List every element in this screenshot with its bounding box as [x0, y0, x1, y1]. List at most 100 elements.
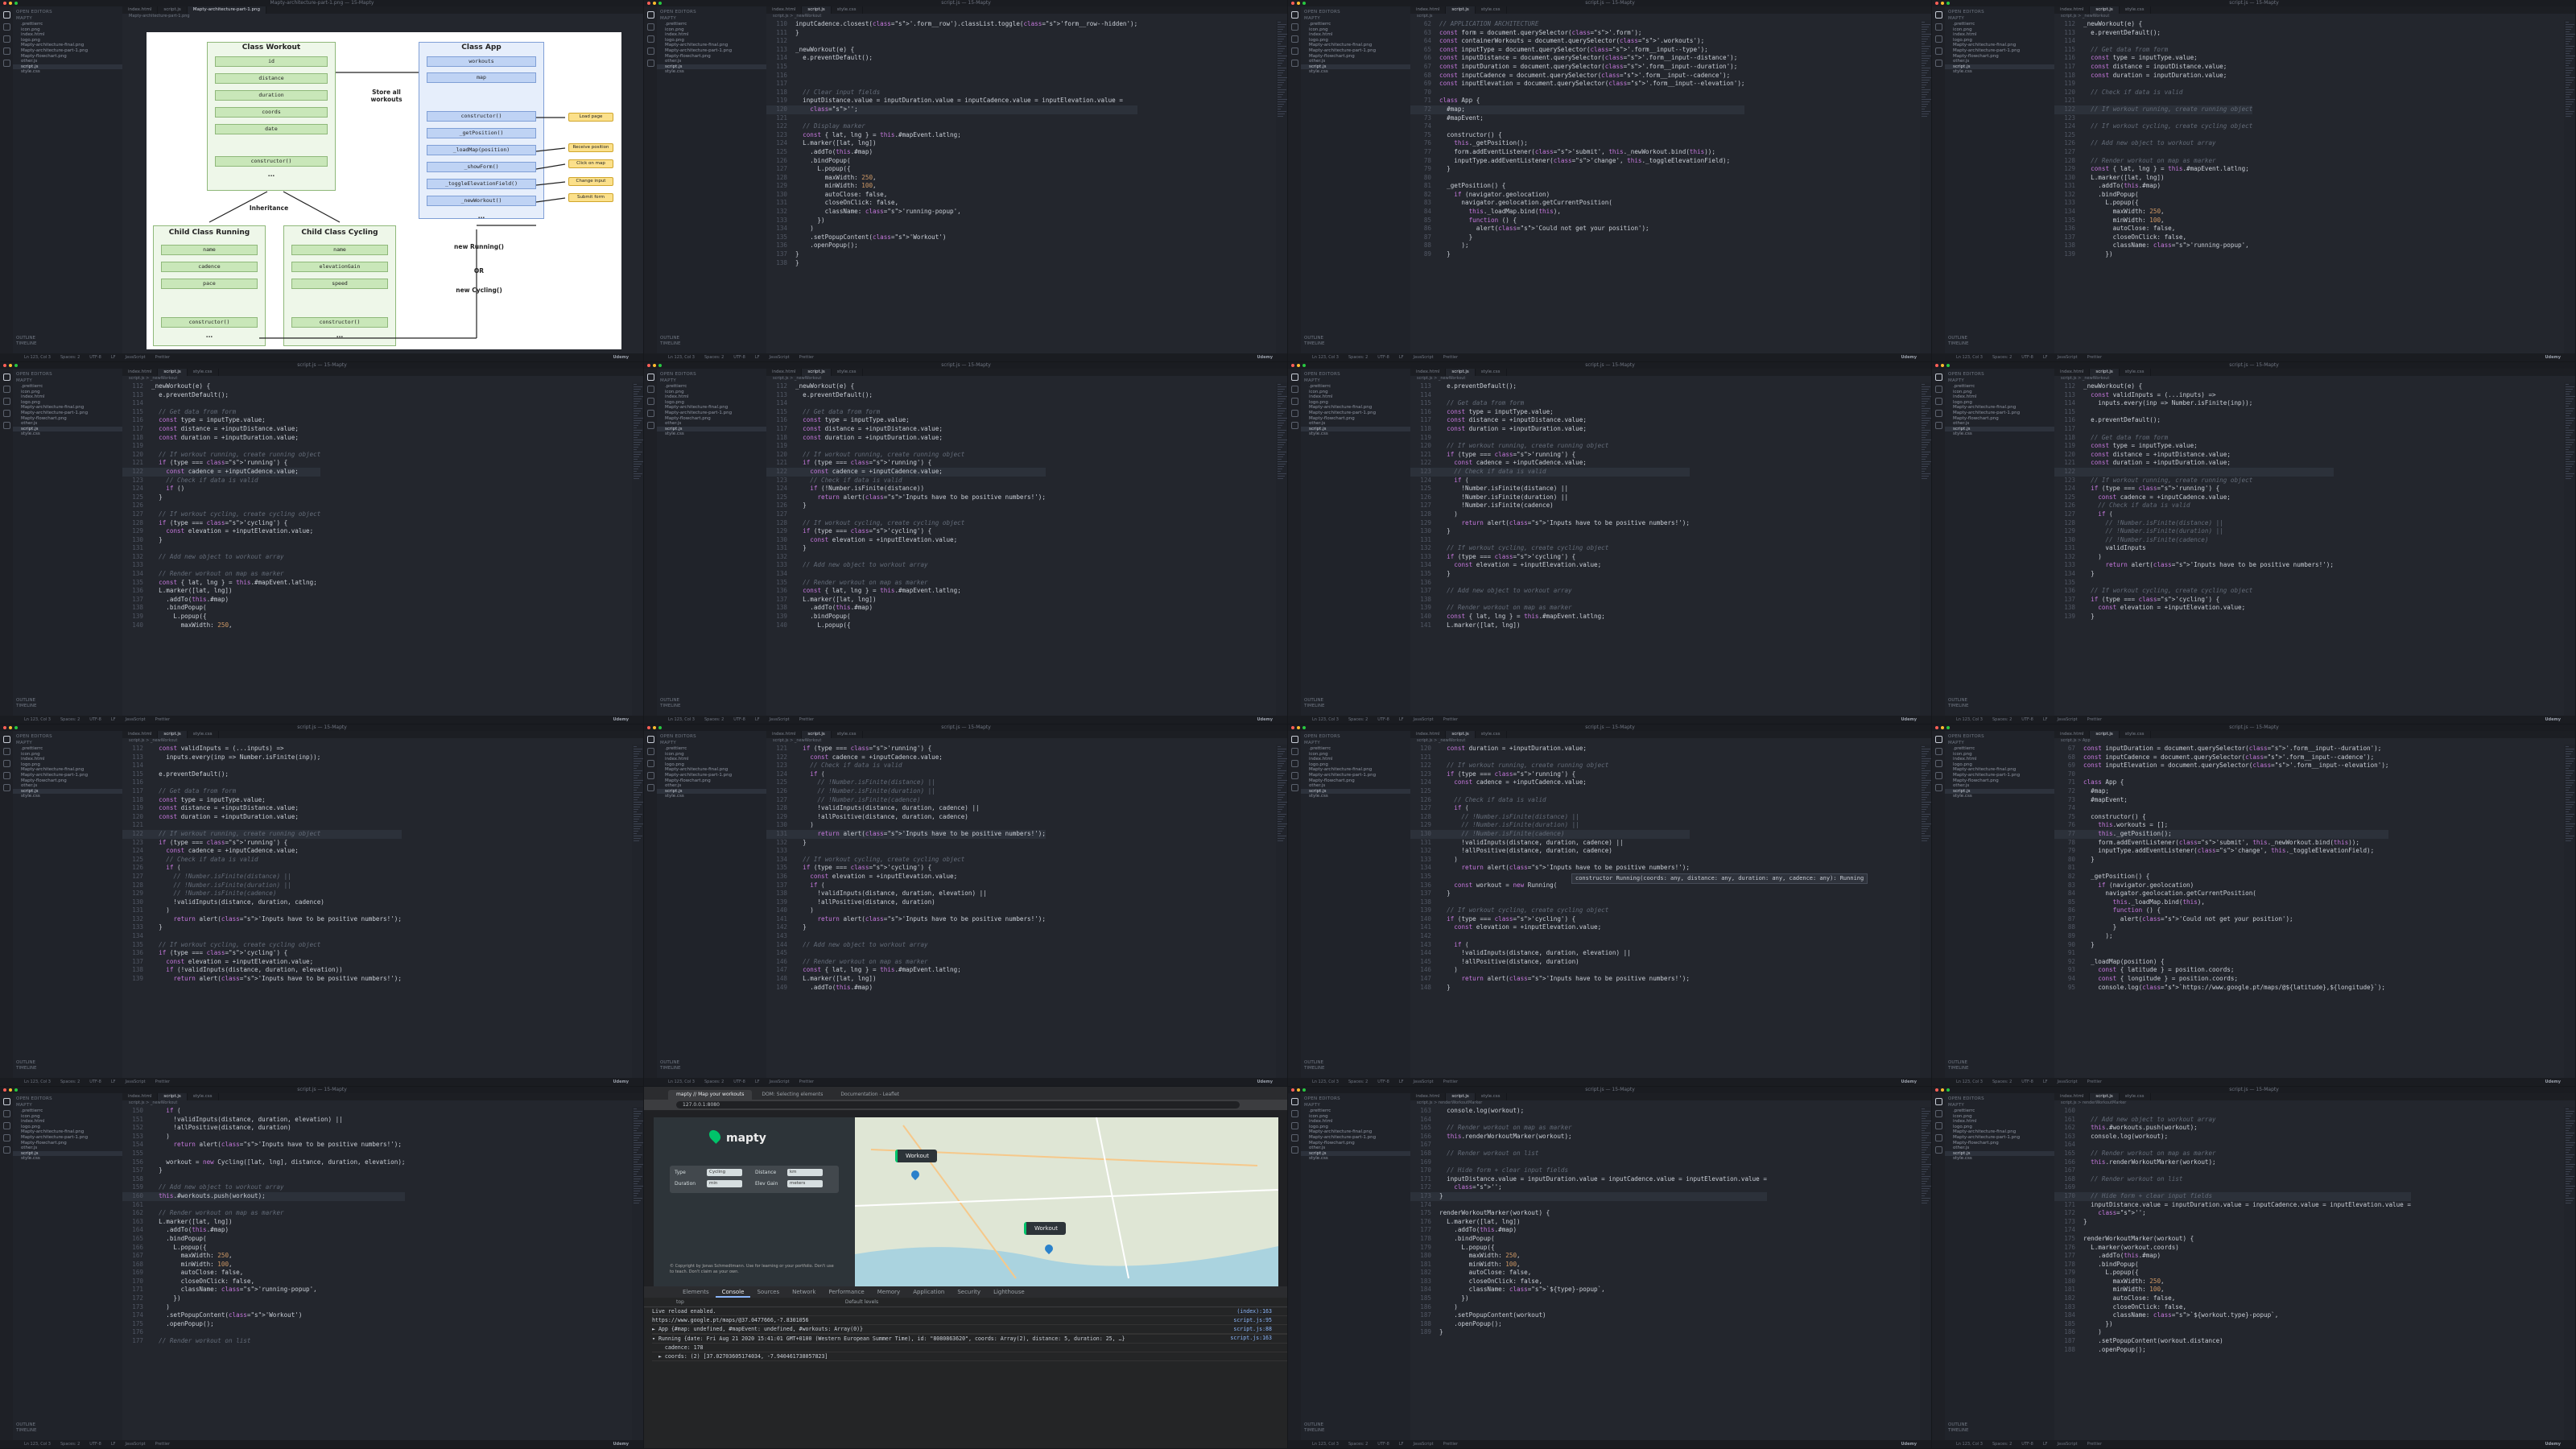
file-item[interactable]: logo.png [13, 38, 122, 43]
close-window-button[interactable] [3, 364, 6, 367]
code-editor[interactable]: 112 _newWorkout(e) {113 e.preventDefault(… [122, 382, 632, 716]
debug-icon[interactable] [2, 772, 10, 779]
code-editor[interactable]: 110 inputCadence.closest(class="s">'.form… [766, 20, 1276, 353]
status-item[interactable]: UTF-8 [2021, 717, 2033, 722]
outline-label[interactable]: OUTLINE [1948, 1060, 1968, 1066]
extensions-icon[interactable] [2, 422, 10, 429]
status-item[interactable]: Prettier [2087, 1080, 2102, 1084]
extensions-icon[interactable] [1290, 784, 1298, 791]
minimize-window-button[interactable] [1941, 1088, 1944, 1092]
file-item[interactable]: Mapty-architecture-part-1.png [1945, 1135, 2054, 1141]
files-icon[interactable] [1290, 11, 1298, 19]
close-window-button[interactable] [1291, 2, 1294, 5]
tab-script-js[interactable]: script.js [802, 6, 832, 14]
tab-script-js[interactable]: script.js [158, 6, 188, 14]
status-item[interactable]: Prettier [799, 1080, 814, 1084]
status-item[interactable]: Prettier [1443, 717, 1458, 722]
status-item[interactable]: Ln 123, Col 3 [1956, 355, 1983, 360]
status-item[interactable]: UTF-8 [89, 1442, 101, 1447]
file-item[interactable]: icon.png [1301, 1114, 1410, 1120]
minimize-window-button[interactable] [653, 364, 656, 367]
status-item[interactable]: Spaces: 2 [1992, 717, 2012, 722]
file-item[interactable]: Mapty-flowchart.png [1945, 416, 2054, 422]
tab-script-js[interactable]: script.js [802, 731, 832, 738]
status-item[interactable]: JavaScript [126, 717, 146, 722]
maximize-window-button[interactable] [1946, 726, 1950, 729]
file-item[interactable]: icon.png [1945, 390, 2054, 395]
file-item[interactable]: Mapty-flowchart.png [1301, 416, 1410, 422]
file-item[interactable]: Mapty-flowchart.png [13, 778, 122, 784]
browser-tab[interactable]: Documentation - Leaflet [832, 1090, 907, 1100]
tab-index-html[interactable]: index.html [2054, 1093, 2091, 1100]
status-item[interactable]: Spaces: 2 [704, 355, 724, 360]
form-input[interactable]: Cycling [707, 1169, 742, 1176]
file-item[interactable]: style.css [13, 1156, 122, 1162]
file-item[interactable]: style.css [657, 794, 766, 799]
timeline-label[interactable]: TIMELINE [1304, 1066, 1324, 1071]
console-source-link[interactable]: script.js:163 [1230, 1334, 1272, 1342]
file-item[interactable]: Mapty-flowchart.png [1945, 1141, 2054, 1146]
files-icon[interactable] [646, 736, 654, 743]
file-item[interactable]: Mapty-flowchart.png [13, 416, 122, 422]
file-item[interactable]: Mapty-architecture-part-1.png [1945, 411, 2054, 416]
git-icon[interactable] [646, 35, 654, 43]
timeline-label[interactable]: TIMELINE [16, 1066, 36, 1071]
tab-index-html[interactable]: index.html [122, 731, 159, 738]
tab-style-css[interactable]: style.css [832, 731, 863, 738]
devtools-tab[interactable]: Performance [822, 1286, 870, 1298]
search-icon[interactable] [2, 1110, 10, 1117]
status-item[interactable]: JavaScript [770, 1080, 790, 1084]
maximize-window-button[interactable] [1302, 2, 1306, 5]
git-icon[interactable] [2, 35, 10, 43]
minimap[interactable] [1920, 745, 1931, 1078]
status-item[interactable]: UTF-8 [2021, 1442, 2033, 1447]
files-icon[interactable] [1290, 374, 1298, 381]
maximize-window-button[interactable] [658, 726, 662, 729]
file-item[interactable]: style.css [1301, 69, 1410, 75]
tab-style-css[interactable]: style.css [2120, 6, 2151, 14]
devtools-tab[interactable]: Elements [676, 1286, 716, 1298]
outline-label[interactable]: OUTLINE [16, 336, 36, 341]
timeline-label[interactable]: TIMELINE [1948, 1428, 1968, 1434]
file-item[interactable]: icon.png [13, 27, 122, 33]
file-item[interactable]: Mapty-flowchart.png [1945, 778, 2054, 784]
close-window-button[interactable] [1291, 1088, 1294, 1092]
file-item[interactable]: icon.png [1301, 390, 1410, 395]
status-item[interactable]: Spaces: 2 [1348, 1080, 1368, 1084]
file-item[interactable]: logo.png [13, 400, 122, 406]
status-item[interactable]: Spaces: 2 [704, 1080, 724, 1084]
minimize-window-button[interactable] [9, 1088, 12, 1092]
debug-icon[interactable] [646, 410, 654, 417]
close-window-button[interactable] [1935, 2, 1938, 5]
extensions-icon[interactable] [2, 60, 10, 67]
git-icon[interactable] [1934, 398, 1942, 405]
file-item[interactable]: icon.png [657, 27, 766, 33]
maximize-window-button[interactable] [14, 1088, 18, 1092]
minimize-window-button[interactable] [653, 2, 656, 5]
file-item[interactable]: index.html [657, 757, 766, 762]
file-item[interactable]: Mapty-flowchart.png [1301, 778, 1410, 784]
file-item[interactable]: logo.png [657, 400, 766, 406]
file-item[interactable]: other.js [1945, 1146, 2054, 1151]
file-item[interactable]: script.js [1945, 1150, 2054, 1157]
file-item[interactable]: index.html [657, 32, 766, 38]
tab-script-js[interactable]: script.js [1446, 369, 1476, 376]
debug-icon[interactable] [1934, 410, 1942, 417]
devtools-tab[interactable]: Memory [871, 1286, 906, 1298]
file-item[interactable]: script.js [1301, 64, 1410, 70]
file-item[interactable]: .prettierrc [13, 1108, 122, 1114]
git-icon[interactable] [1934, 760, 1942, 767]
code-editor[interactable]: 62// APPLICATION ARCHITECTURE 63 const for… [1410, 20, 1920, 353]
close-window-button[interactable] [3, 726, 6, 729]
file-item[interactable]: Mapty-architecture-part-1.png [657, 773, 766, 778]
timeline-label[interactable]: TIMELINE [1304, 1428, 1324, 1434]
maximize-window-button[interactable] [1302, 726, 1306, 729]
status-item[interactable]: UTF-8 [89, 717, 101, 722]
devtools-tab[interactable]: Security [951, 1286, 987, 1298]
status-item[interactable]: Ln 123, Col 3 [1312, 1080, 1339, 1084]
file-item[interactable]: Mapty-architecture-part-1.png [13, 411, 122, 416]
status-item[interactable]: JavaScript [1414, 717, 1434, 722]
form-input[interactable]: min [707, 1180, 742, 1187]
status-item[interactable]: Prettier [1443, 355, 1458, 360]
status-item[interactable]: Prettier [155, 1442, 170, 1447]
